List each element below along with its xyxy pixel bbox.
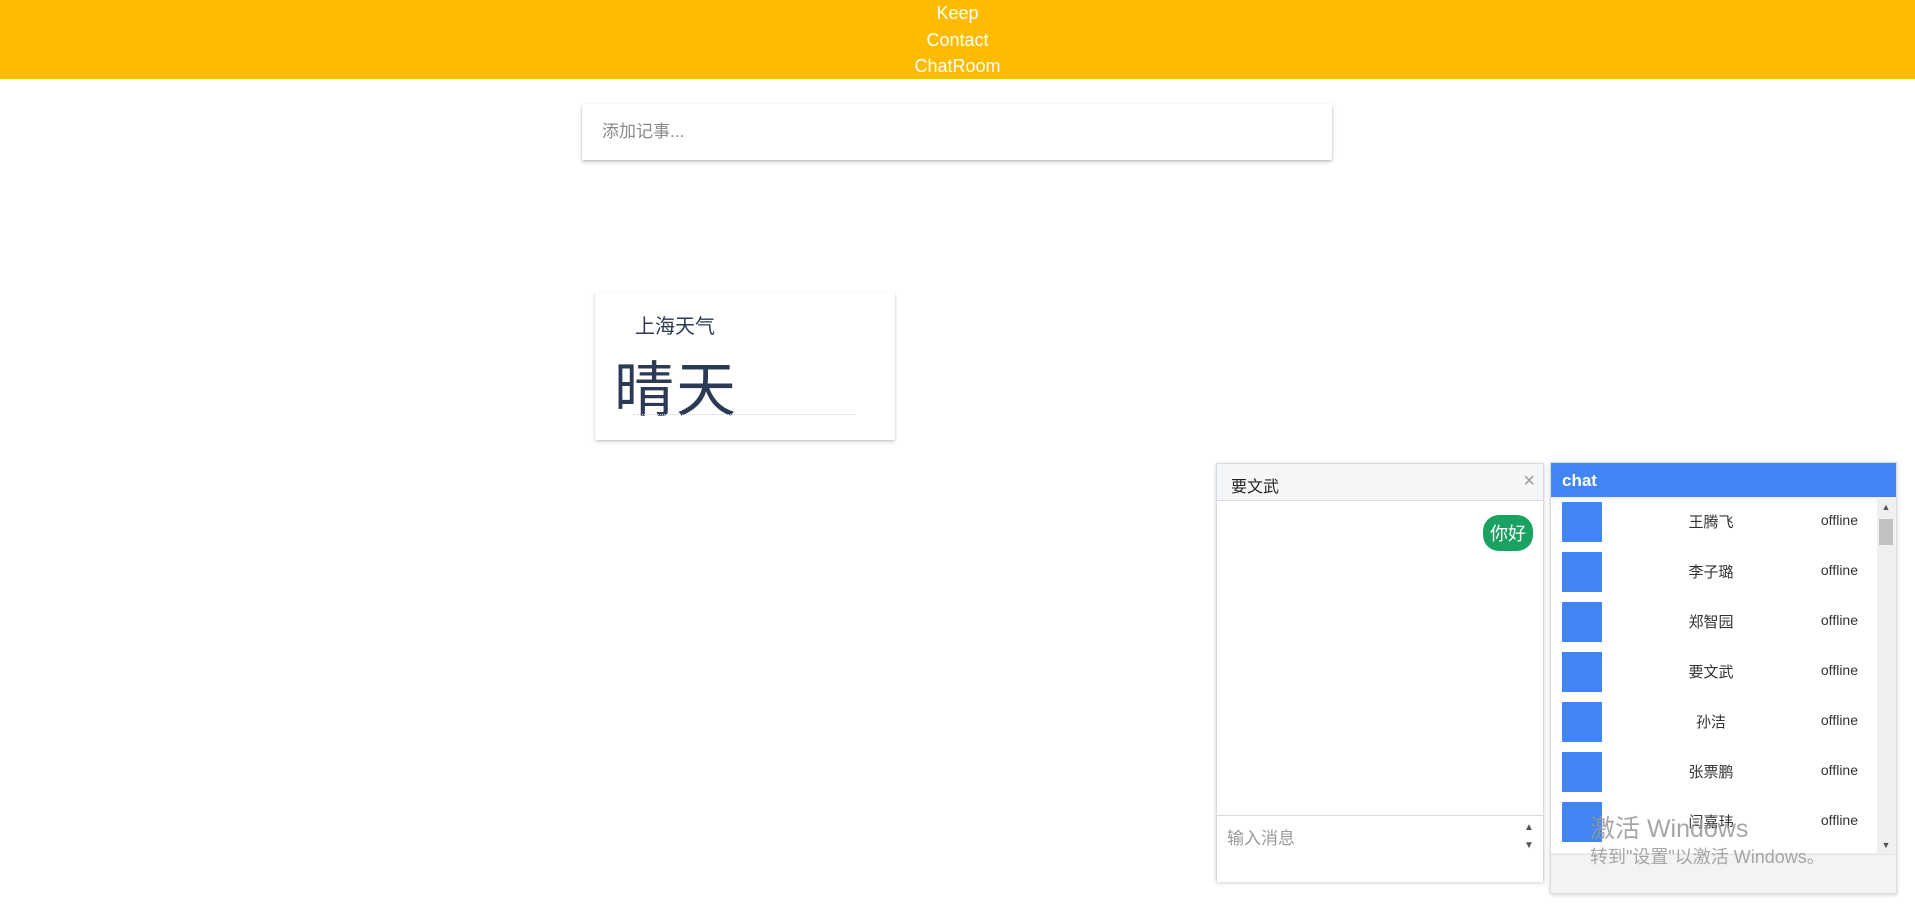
contact-status: offline	[1820, 662, 1858, 678]
nav-link-keep[interactable]: Keep	[936, 0, 978, 27]
contact-item[interactable]: 张票鹏 offline	[1551, 749, 1877, 799]
contact-panel: chat 王腾飞 offline 李子璐 offline 郑智园 offline…	[1550, 462, 1897, 894]
contact-name: 张票鹏	[1688, 764, 1734, 781]
contact-panel-footer	[1551, 854, 1896, 893]
avatar	[1562, 652, 1602, 692]
message-input[interactable]	[1217, 816, 1517, 856]
contact-item[interactable]: 要文武 offline	[1551, 649, 1877, 699]
avatar	[1562, 802, 1602, 842]
add-note-box	[582, 104, 1332, 160]
contact-item[interactable]: 王腾飞 offline	[1551, 499, 1877, 549]
contact-panel-header[interactable]: chat	[1551, 463, 1896, 497]
contact-list-scrollbar[interactable]: ▲ ▼	[1877, 499, 1895, 853]
contact-list: 王腾飞 offline 李子璐 offline 郑智园 offline 要文武 …	[1551, 499, 1877, 853]
scrollbar-thumb[interactable]	[1879, 519, 1893, 545]
contact-status: offline	[1820, 812, 1858, 828]
avatar	[1562, 752, 1602, 792]
contact-status: offline	[1820, 712, 1858, 728]
nav-link-contact[interactable]: Contact	[926, 27, 988, 54]
contact-status: offline	[1820, 562, 1858, 578]
contact-item[interactable]: 闫嘉玮 offline	[1551, 799, 1877, 849]
chat-input-area: ▲ ▼	[1217, 815, 1543, 882]
chat-dialog: 要文武 × 你好 ▲ ▼	[1216, 463, 1544, 882]
contact-item[interactable]: 孙洁 offline	[1551, 699, 1877, 749]
contact-name: 孙洁	[1695, 714, 1726, 731]
contact-item[interactable]: 李子璐 offline	[1551, 549, 1877, 599]
weather-card-divider	[633, 414, 855, 415]
chat-message-list: 你好	[1217, 501, 1543, 815]
avatar	[1562, 502, 1602, 542]
avatar	[1562, 702, 1602, 742]
contact-panel-title: chat	[1562, 471, 1597, 490]
contact-item[interactable]: 郑智园 offline	[1551, 599, 1877, 649]
contact-name: 李子璐	[1688, 564, 1734, 581]
top-nav-bar: Keep Contact ChatRoom	[0, 0, 1915, 79]
contact-name: 要文武	[1688, 664, 1734, 681]
spin-up-icon[interactable]: ▲	[1521, 819, 1537, 835]
contact-name: 闫嘉玮	[1688, 814, 1734, 831]
contact-name: 郑智园	[1688, 614, 1734, 631]
weather-card-title: 上海天气	[635, 316, 715, 338]
chat-dialog-header: 要文武 ×	[1217, 464, 1543, 501]
contact-status: offline	[1820, 612, 1858, 628]
nav-link-chatroom[interactable]: ChatRoom	[914, 53, 1000, 80]
sent-message-bubble: 你好	[1483, 515, 1533, 551]
contact-status: offline	[1820, 512, 1858, 528]
weather-card-value: 晴天	[614, 358, 738, 424]
weather-note-card[interactable]: 上海天气 晴天	[595, 292, 895, 440]
add-note-input[interactable]	[582, 104, 1332, 160]
contact-status: offline	[1820, 762, 1858, 778]
scroll-down-arrow-icon[interactable]: ▼	[1877, 837, 1895, 853]
avatar	[1562, 602, 1602, 642]
close-icon[interactable]: ×	[1523, 470, 1535, 492]
scroll-up-arrow-icon[interactable]: ▲	[1877, 499, 1895, 515]
chat-dialog-title: 要文武	[1231, 479, 1280, 496]
avatar	[1562, 552, 1602, 592]
spin-down-icon[interactable]: ▼	[1521, 837, 1537, 853]
contact-name: 王腾飞	[1688, 514, 1734, 531]
